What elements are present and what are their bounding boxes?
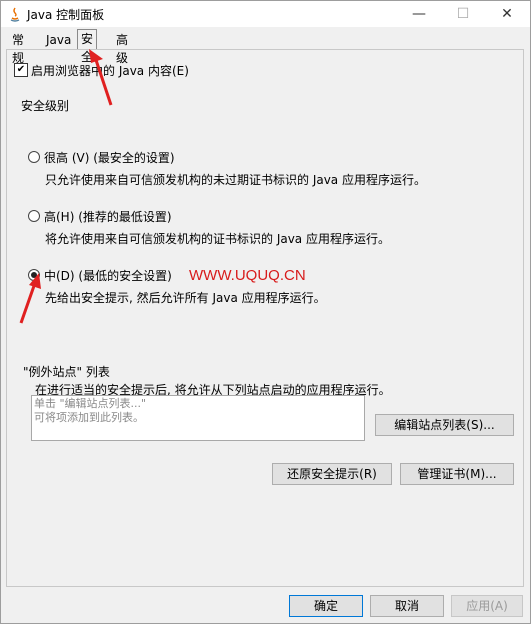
apply-button[interactable]: 应用(A) <box>451 595 523 617</box>
list-placeholder-line2: 可将项添加到此列表。 <box>34 411 144 424</box>
very-high-desc: 只允许使用来自可信颁发机构的未过期证书标识的 Java 应用程序运行。 <box>45 173 426 187</box>
close-icon: ✕ <box>501 6 513 22</box>
restore-security-prompts-button[interactable]: 还原安全提示(R) <box>272 463 392 485</box>
medium-desc: 先给出安全提示, 然后允许所有 Java 应用程序运行。 <box>45 291 326 305</box>
annotation-arrow-medium <box>19 273 41 324</box>
minimize-button[interactable]: — <box>397 1 441 27</box>
security-panel <box>6 49 524 587</box>
maximize-button[interactable]: ☐ <box>441 1 485 27</box>
enable-browser-java-checkbox[interactable]: ✔ <box>14 63 28 77</box>
java-logo-icon <box>10 7 20 22</box>
cancel-button[interactable]: 取消 <box>370 595 444 617</box>
java-control-panel-window: Java 控制面板 — ☐ ✕ 常规 Java 安全 高级 ✔ 启用浏览器中的 … <box>0 0 531 624</box>
radio-high[interactable] <box>28 210 40 222</box>
radio-very-high[interactable] <box>28 151 40 163</box>
very-high-label: 很高 (V) (最安全的设置) <box>44 151 175 165</box>
edit-site-list-button[interactable]: 编辑站点列表(S)... <box>375 414 514 436</box>
tab-java[interactable]: Java <box>43 31 74 49</box>
title-bar: Java 控制面板 — ☐ ✕ <box>1 1 530 27</box>
list-placeholder-line1: 单击 "编辑站点列表..." <box>34 397 147 410</box>
watermark-text: WWW.UQUQ.CN <box>189 267 306 284</box>
manage-certificates-button[interactable]: 管理证书(M)... <box>400 463 514 485</box>
minimize-icon: — <box>412 6 426 22</box>
exception-site-heading: "例外站点" 列表 <box>23 365 110 379</box>
window-title: Java 控制面板 <box>27 8 105 22</box>
annotation-arrow-tab <box>89 49 113 106</box>
tab-general[interactable]: 常规 <box>9 31 27 65</box>
security-level-heading: 安全级别 <box>21 99 70 113</box>
exception-site-list[interactable]: 单击 "编辑站点列表..." 可将项添加到此列表。 <box>31 395 365 441</box>
ok-button[interactable]: 确定 <box>289 595 363 617</box>
high-desc: 将允许使用来自可信颁发机构的证书标识的 Java 应用程序运行。 <box>45 232 390 246</box>
maximize-icon: ☐ <box>456 6 470 22</box>
close-button[interactable]: ✕ <box>485 1 529 27</box>
high-label: 高(H) (推荐的最低设置) <box>44 210 172 224</box>
medium-label: 中(D) (最低的安全设置) <box>44 269 172 283</box>
